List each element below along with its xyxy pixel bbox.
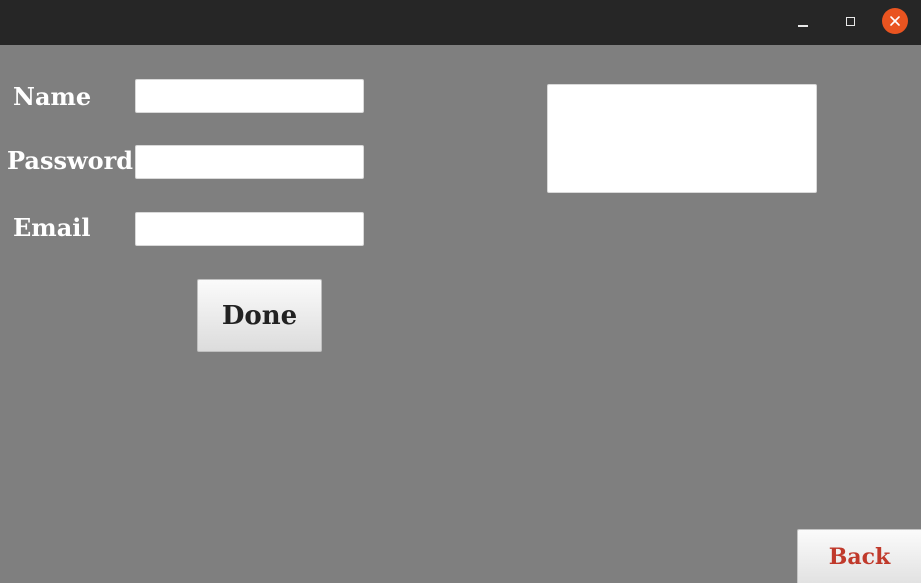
back-button[interactable]: Back — [797, 529, 921, 583]
close-icon — [882, 8, 908, 34]
password-field[interactable] — [135, 145, 364, 179]
email-label: Email — [13, 213, 91, 242]
minimize-icon — [798, 25, 808, 27]
maximize-icon — [845, 16, 855, 26]
done-button[interactable]: Done — [197, 279, 322, 352]
title-bar — [0, 0, 921, 45]
close-button[interactable] — [882, 8, 908, 34]
name-label: Name — [13, 82, 92, 111]
email-field[interactable] — [135, 212, 364, 246]
name-field[interactable] — [135, 79, 364, 113]
maximize-button[interactable] — [837, 8, 863, 34]
output-text-area[interactable] — [547, 84, 817, 193]
minimize-button[interactable] — [790, 8, 816, 34]
app-window: Name Password Email Done Back — [0, 0, 921, 583]
password-label: Password — [7, 146, 134, 175]
